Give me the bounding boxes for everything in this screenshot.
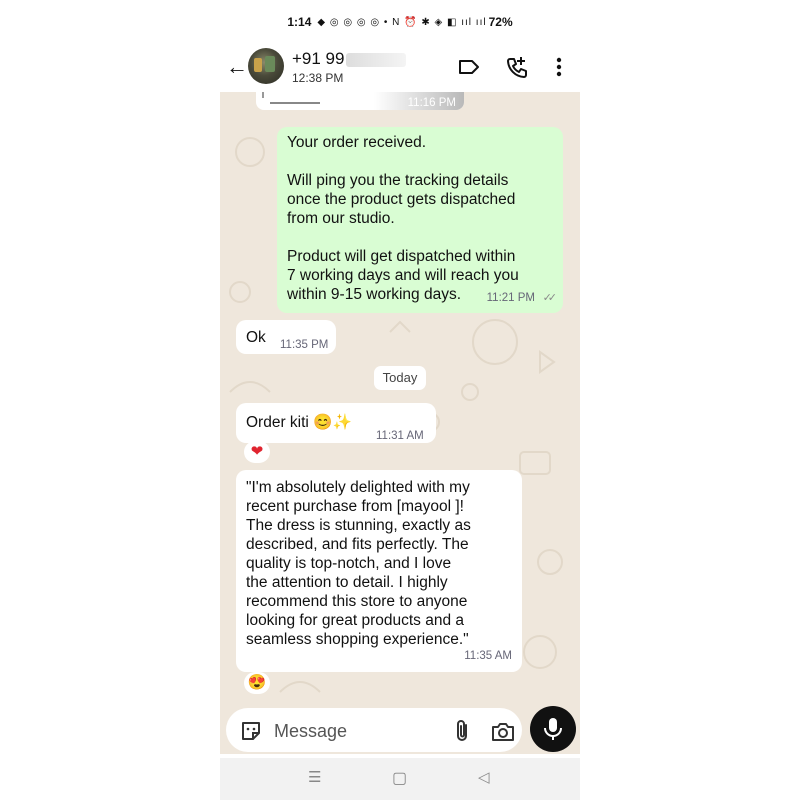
- contact-avatar[interactable]: [248, 48, 284, 84]
- message-composer: [220, 704, 580, 754]
- message-box: [226, 708, 522, 752]
- camera-icon[interactable]: [490, 720, 516, 744]
- message-line: looking for great products and a: [246, 612, 464, 629]
- message-line: [287, 228, 557, 247]
- date-divider: Today: [374, 366, 426, 390]
- message-text: "I'm absolutely delighted with my recent…: [246, 478, 516, 649]
- incoming-message-bubble[interactable]: Order kiti 😊✨ 11:31 AM: [236, 403, 436, 443]
- message-line: from our studio.: [287, 210, 395, 227]
- back-arrow-icon[interactable]: ←: [226, 54, 248, 80]
- avatar-shape: [265, 56, 275, 72]
- quote-dash: [270, 102, 320, 104]
- message-line: described, and fits perfectly. The: [246, 536, 469, 553]
- message-text: Your order received. Will ping you the t…: [287, 133, 557, 304]
- message-time: 11:21 PM: [486, 292, 535, 304]
- status-indicators: ◆ ◎ ◎ ◎ ◎ • N ⏰ ✱ ◈ ◧ ııl ııl: [317, 16, 487, 28]
- contact-name-text: +91 99: [292, 49, 345, 68]
- label-icon[interactable]: [456, 54, 482, 80]
- add-call-icon[interactable]: [504, 54, 530, 80]
- status-time: 1:14: [287, 15, 312, 29]
- status-bar: 1:14 ◆ ◎ ◎ ◎ ◎ • N ⏰ ✱ ◈ ◧ ııl ııl 72%: [220, 0, 580, 44]
- message-time: 11:31 AM: [376, 430, 424, 442]
- contact-name[interactable]: +91 99: [292, 49, 407, 69]
- message-line: recent purchase from [mayool ]!: [246, 498, 464, 515]
- message-line: the attention to detail. I highly: [246, 574, 448, 591]
- nav-back-icon[interactable]: ◁: [478, 768, 490, 786]
- battery-level: 72%: [488, 15, 513, 29]
- quote-bar: [262, 92, 264, 98]
- message-line: [287, 152, 557, 171]
- read-receipt-icon: ✓✓: [542, 292, 558, 304]
- home-icon[interactable]: ▢: [392, 768, 407, 788]
- more-vert-icon[interactable]: [546, 54, 572, 80]
- incoming-message-bubble[interactable]: Ok 11:35 PM: [236, 320, 336, 354]
- heart-eyes-reaction-icon[interactable]: 😍: [244, 672, 270, 694]
- attach-icon[interactable]: [450, 718, 474, 744]
- mic-icon: [544, 718, 562, 740]
- message-line: 7 working days and will reach you: [287, 267, 519, 284]
- blurred-number: [346, 52, 407, 67]
- message-time: 11:35 PM: [280, 339, 329, 351]
- message-line: "I'm absolutely delighted with my: [246, 479, 470, 496]
- message-text: Ok: [246, 329, 266, 346]
- system-nav-bar: ☰ ▢ ◁: [220, 758, 580, 800]
- message-line: once the product gets dispatched: [287, 191, 516, 208]
- outgoing-message-bubble[interactable]: Your order received. Will ping you the t…: [277, 127, 563, 313]
- message-input[interactable]: [274, 720, 434, 742]
- sticker-icon[interactable]: [240, 720, 262, 742]
- message-time: 11:35 AM: [464, 650, 512, 662]
- message-line: quality is top-notch, and I love: [246, 555, 452, 572]
- message-line: Will ping you the tracking details: [287, 172, 509, 189]
- message-line: recommend this store to anyone: [246, 593, 468, 610]
- recents-icon[interactable]: ☰: [308, 768, 321, 786]
- chat-header: ← +91 99 12:38 PM: [220, 44, 580, 92]
- last-seen-time: 12:38 PM: [292, 71, 344, 85]
- message-line: Product will get dispatched within: [287, 248, 516, 265]
- previous-message-bubble[interactable]: 11:16 PM: [256, 92, 464, 110]
- heart-reaction-icon[interactable]: ❤: [244, 441, 270, 463]
- message-line: Your order received.: [287, 134, 427, 151]
- chat-area[interactable]: 11:16 PM Your order received. Will ping …: [220, 92, 580, 710]
- message-text: Order kiti 😊✨: [246, 414, 352, 431]
- message-time: 11:16 PM: [407, 97, 456, 109]
- phone-screen: 1:14 ◆ ◎ ◎ ◎ ◎ • N ⏰ ✱ ◈ ◧ ııl ııl 72% ←…: [220, 0, 580, 800]
- incoming-message-bubble[interactable]: "I'm absolutely delighted with my recent…: [236, 470, 522, 672]
- avatar-shape: [254, 58, 262, 72]
- mic-button[interactable]: [530, 706, 576, 752]
- message-line: The dress is stunning, exactly as: [246, 517, 471, 534]
